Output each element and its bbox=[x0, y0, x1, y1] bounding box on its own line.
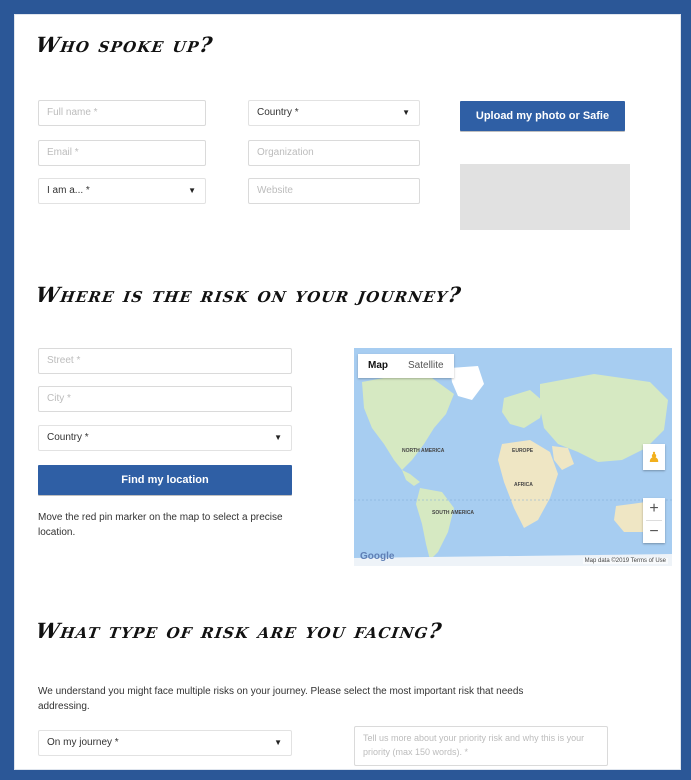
photo-preview bbox=[460, 164, 630, 230]
organization-input[interactable] bbox=[257, 141, 411, 164]
website-field[interactable] bbox=[248, 178, 420, 204]
zoom-out-button[interactable]: − bbox=[643, 521, 665, 543]
risk-intro-text: We understand you might face multiple ri… bbox=[38, 686, 524, 712]
find-location-button[interactable]: Find my location bbox=[38, 465, 292, 495]
map-label-europe: EUROPE bbox=[512, 448, 534, 454]
map-label-south-america: SOUTH AMERICA bbox=[432, 510, 475, 516]
zoom-controls: + − bbox=[643, 498, 665, 543]
map-label-north-america: NORTH AMERICA bbox=[402, 448, 445, 454]
tab-satellite[interactable]: Satellite bbox=[398, 354, 454, 378]
website-input[interactable] bbox=[257, 179, 411, 202]
section-title-type: What type of risk are you facing? bbox=[34, 618, 445, 643]
risk-details-textarea[interactable]: Tell us more about your priority risk an… bbox=[354, 726, 608, 766]
full-name-input[interactable] bbox=[47, 101, 197, 124]
map-attribution[interactable]: Map data ©2019 Terms of Use bbox=[582, 558, 668, 564]
email-input[interactable] bbox=[47, 141, 197, 164]
zoom-in-button[interactable]: + bbox=[643, 498, 665, 520]
journey-select[interactable]: On my journey * ▼ bbox=[38, 730, 292, 756]
world-map-graphic bbox=[354, 366, 672, 566]
tab-map[interactable]: Map bbox=[358, 354, 398, 378]
street-input[interactable] bbox=[47, 349, 283, 372]
location-map[interactable]: NORTH AMERICA EUROPE AFRICA SOUTH AMERIC… bbox=[354, 348, 672, 566]
i-am-select-value: I am a... * bbox=[47, 185, 90, 196]
organization-field[interactable] bbox=[248, 140, 420, 166]
city-field[interactable] bbox=[38, 386, 292, 412]
chevron-down-icon: ▼ bbox=[188, 186, 196, 195]
chevron-down-icon: ▼ bbox=[274, 433, 282, 442]
i-am-select[interactable]: I am a... * ▼ bbox=[38, 178, 206, 204]
city-input[interactable] bbox=[47, 387, 283, 410]
upload-photo-button[interactable]: Upload my photo or Safie bbox=[460, 101, 625, 131]
email-field[interactable] bbox=[38, 140, 206, 166]
section-title-where: Where is the risk on your journey? bbox=[34, 282, 464, 307]
pegman-icon: ♟ bbox=[647, 449, 661, 465]
map-label-africa: AFRICA bbox=[514, 482, 533, 488]
where-country-select[interactable]: Country * ▼ bbox=[38, 425, 292, 451]
country-select[interactable]: Country * ▼ bbox=[248, 100, 420, 126]
street-field[interactable] bbox=[38, 348, 292, 374]
chevron-down-icon: ▼ bbox=[274, 738, 282, 747]
journey-select-value: On my journey * bbox=[47, 737, 119, 748]
chevron-down-icon: ▼ bbox=[402, 108, 410, 117]
full-name-field[interactable] bbox=[38, 100, 206, 126]
map-hint-text: Move the red pin marker on the map to se… bbox=[38, 512, 283, 538]
map-type-tabs: Map Satellite bbox=[358, 354, 454, 378]
form-panel: Who spoke up? I am a... * ▼ Country * ▼ … bbox=[14, 14, 681, 770]
street-view-pegman[interactable]: ♟ bbox=[643, 444, 665, 470]
section-title-who: Who spoke up? bbox=[34, 32, 216, 57]
country-select-value: Country * bbox=[257, 107, 299, 118]
google-logo: Google bbox=[360, 551, 395, 562]
where-country-select-value: Country * bbox=[47, 432, 89, 443]
